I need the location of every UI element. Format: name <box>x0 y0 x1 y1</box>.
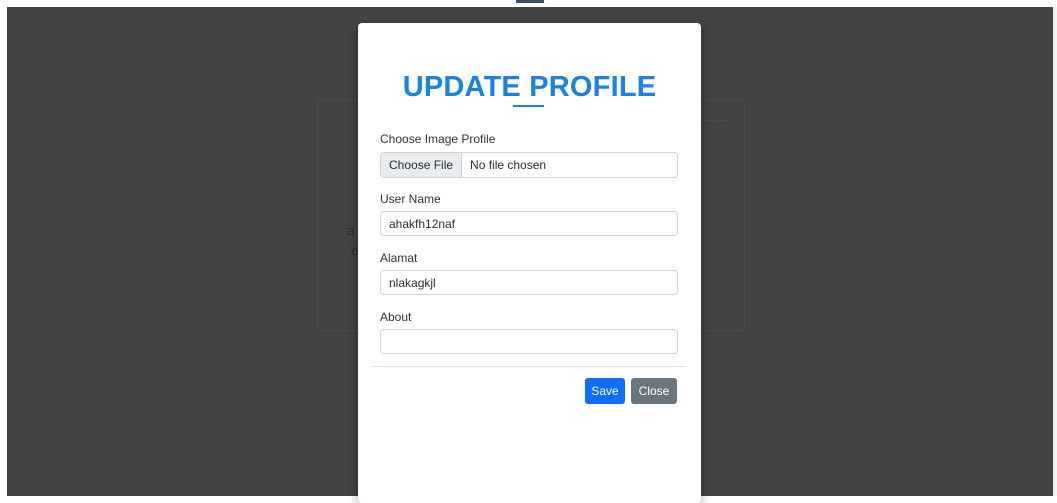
username-input[interactable] <box>380 211 678 236</box>
update-profile-modal: UPDATE PROFILE Choose Image Profile Choo… <box>358 23 701 503</box>
modal-title: UPDATE PROFILE <box>402 71 657 103</box>
about-input[interactable] <box>380 329 678 354</box>
about-label: About <box>380 310 412 324</box>
save-button[interactable]: Save <box>585 378 625 404</box>
file-status-text: No file chosen <box>470 158 547 172</box>
close-button[interactable]: Close <box>631 378 677 404</box>
title-underline <box>513 105 544 107</box>
background-card-divider <box>700 120 726 121</box>
alamat-input[interactable] <box>380 270 678 295</box>
background-text-fragment: a <box>347 223 355 238</box>
modal-footer-divider <box>372 366 686 367</box>
image-profile-file-input[interactable]: Choose File No file chosen <box>380 152 678 178</box>
choose-file-button[interactable]: Choose File <box>381 153 463 177</box>
page-scrollbar[interactable] <box>1053 7 1057 496</box>
username-label: User Name <box>380 192 441 206</box>
top-tab-indicator <box>516 0 544 3</box>
alamat-label: Alamat <box>380 251 418 265</box>
image-profile-label: Choose Image Profile <box>380 132 496 146</box>
